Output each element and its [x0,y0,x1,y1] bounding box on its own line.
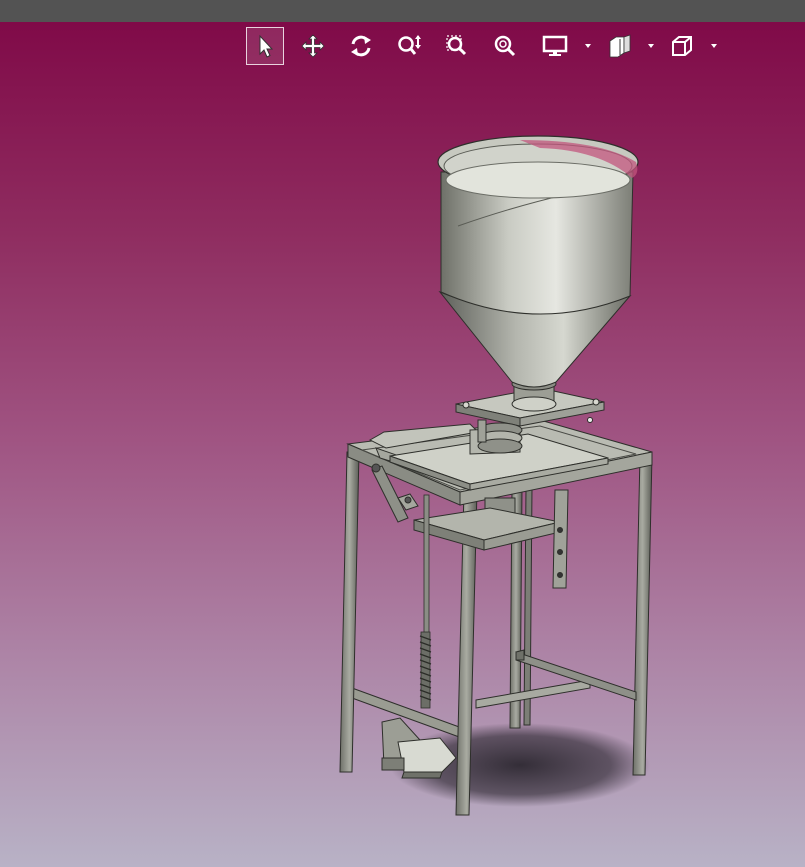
section-view-icon [609,34,631,58]
view-orientation-button[interactable] [663,27,701,65]
hopper-rim [437,135,639,199]
chevron-down-icon[interactable] [709,41,719,51]
zoom-dynamic-icon [398,35,421,55]
view-toolbar [246,27,726,67]
motor-bracket [413,489,569,589]
frame-leg-front-left [339,451,360,773]
pan-tool-button[interactable] [294,27,332,65]
display-style-button[interactable] [536,27,574,65]
section-view-button[interactable] [600,27,638,65]
zoom-fit-icon [494,35,516,57]
pan-move-icon [301,34,325,58]
chevron-down-icon[interactable] [646,41,656,51]
rotate-view-icon [351,35,371,57]
select-arrow-icon [259,34,274,58]
display-monitor-icon [542,35,568,56]
zoom-fit-button[interactable] [486,27,524,65]
rotate-tool-button[interactable] [342,27,380,65]
zoom-window-icon [446,35,467,56]
chevron-down-icon[interactable] [583,41,593,51]
zoom-dynamic-button[interactable] [390,27,428,65]
cube-view-icon [672,36,692,56]
zoom-window-button[interactable] [438,27,476,65]
select-tool-button[interactable] [246,27,284,65]
cad-model-filling-machine[interactable] [0,0,805,867]
